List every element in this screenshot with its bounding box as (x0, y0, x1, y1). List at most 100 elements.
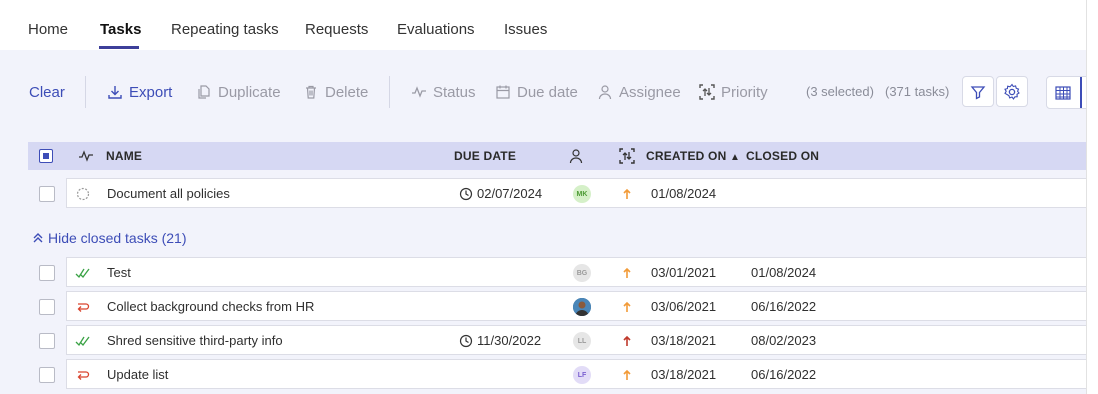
avatar: MK (573, 185, 591, 203)
list-view-button[interactable] (1047, 77, 1079, 108)
clock-icon (459, 334, 473, 348)
priority-icon (699, 84, 715, 100)
priority-button[interactable]: Priority (699, 82, 768, 102)
priority-high-icon (623, 335, 631, 346)
hide-closed-tasks-toggle[interactable]: Hide closed tasks (21) (32, 229, 187, 247)
created-on: 03/18/2021 (651, 333, 717, 348)
task-name[interactable]: Collect background checks from HR (107, 299, 314, 314)
avatar-photo (573, 298, 591, 316)
priority-medium-icon (623, 369, 631, 380)
status-label: Status (433, 83, 476, 101)
gear-icon (1004, 83, 1020, 100)
status-button[interactable]: Status (411, 82, 476, 102)
task-name[interactable]: Test (107, 265, 131, 280)
delete-button[interactable]: Delete (303, 82, 368, 102)
download-icon (108, 86, 122, 99)
table-row[interactable]: Collect background checks from HR 03/06/… (66, 291, 1086, 321)
closed-on: 06/16/2022 (751, 367, 817, 382)
tab-tasks[interactable]: Tasks (100, 21, 141, 38)
task-count: (371 tasks) (885, 84, 950, 99)
duplicate-button[interactable]: Duplicate (196, 82, 281, 102)
table-row[interactable]: Document all policies 02/07/2024 MK 01/0… (66, 178, 1086, 208)
clear-button[interactable]: Clear (29, 82, 65, 102)
top-nav: Home Tasks Repeating tasks Requests Eval… (0, 0, 1086, 50)
task-name[interactable]: Shred sensitive third-party info (107, 333, 283, 348)
priority-medium-icon (623, 188, 631, 199)
clear-label: Clear (29, 83, 65, 101)
board-view-button[interactable] (1080, 77, 1084, 108)
duplicate-label: Duplicate (218, 83, 281, 101)
delete-label: Delete (325, 83, 369, 101)
tab-requests[interactable]: Requests (305, 21, 368, 38)
avatar: LL (573, 332, 591, 350)
select-all-checkbox[interactable] (39, 149, 53, 163)
export-button[interactable]: Export (107, 82, 172, 102)
toolbar-divider (85, 76, 86, 108)
vertical-scrollbar[interactable] (1086, 0, 1098, 394)
name-column-header[interactable]: NAME (106, 149, 142, 163)
priority-label: Priority (721, 83, 768, 101)
tab-evaluations[interactable]: Evaluations (397, 21, 475, 38)
assignee-button[interactable]: Assignee (597, 82, 681, 102)
table-row[interactable]: Shred sensitive third-party info 11/30/2… (66, 325, 1086, 355)
calendar-icon (496, 85, 510, 99)
open-status-icon (76, 187, 90, 201)
created-on: 01/08/2024 (651, 186, 717, 201)
avatar: BG (573, 264, 591, 282)
closed-on: 01/08/2024 (751, 265, 817, 280)
due-date: 11/30/2022 (477, 333, 542, 348)
task-name[interactable]: Update list (107, 367, 168, 382)
table-row[interactable]: Test BG 03/01/2021 01/08/2024 (66, 257, 1086, 287)
double-chevron-up-icon (33, 233, 43, 243)
row-checkbox[interactable] (39, 299, 55, 315)
closed-on: 06/16/2022 (751, 299, 817, 314)
active-tab-underline (99, 46, 139, 49)
table-row[interactable]: Update list LF 03/18/2021 06/16/2022 (66, 359, 1086, 389)
due-date-button[interactable]: Due date (495, 82, 578, 102)
table-header: NAME DUE DATE CREATED ON ▲ CLOSED ON (28, 142, 1086, 170)
created-on: 03/01/2021 (651, 265, 717, 280)
user-photo-icon (573, 298, 591, 316)
filter-icon (970, 85, 986, 100)
created-on-column-header[interactable]: CREATED ON ▲ (646, 149, 740, 163)
created-on: 03/18/2021 (651, 367, 717, 382)
returned-icon (77, 303, 90, 312)
row-checkbox[interactable] (39, 186, 55, 202)
export-label: Export (129, 83, 173, 101)
task-name[interactable]: Document all policies (107, 186, 230, 201)
created-on: 03/06/2021 (651, 299, 717, 314)
due-date-label: Due date (517, 83, 578, 101)
due-date-column-header[interactable]: DUE DATE (454, 149, 516, 163)
closed-on: 08/02/2023 (751, 333, 817, 348)
row-checkbox[interactable] (39, 265, 55, 281)
assignee-column-icon[interactable] (569, 148, 583, 164)
avatar: LF (573, 366, 591, 384)
priority-medium-icon (623, 301, 631, 312)
pulse-icon (412, 86, 426, 98)
assignee-label: Assignee (619, 83, 681, 101)
double-check-icon (75, 268, 90, 279)
due-date: 02/07/2024 (477, 186, 543, 201)
row-checkbox[interactable] (39, 367, 55, 383)
filter-button[interactable] (962, 76, 994, 107)
status-column-icon[interactable] (78, 149, 94, 163)
tab-home[interactable]: Home (28, 21, 68, 38)
double-check-icon (75, 336, 90, 347)
toolbar-divider (389, 76, 390, 108)
clock-icon (459, 187, 473, 201)
row-checkbox[interactable] (39, 333, 55, 349)
selected-count: (3 selected) (806, 84, 874, 99)
grid-view-icon (1055, 85, 1071, 100)
settings-button[interactable] (996, 76, 1028, 107)
sort-ascending-icon: ▲ (730, 152, 741, 163)
trash-icon (306, 85, 316, 99)
partial-check-mark (43, 153, 49, 159)
tab-issues[interactable]: Issues (504, 21, 547, 38)
priority-column-icon[interactable] (619, 148, 635, 164)
priority-medium-icon (623, 267, 631, 278)
returned-icon (77, 371, 90, 380)
closed-on-column-header[interactable]: CLOSED ON (746, 149, 819, 163)
tab-repeating-tasks[interactable]: Repeating tasks (171, 21, 279, 38)
created-on-label: CREATED ON (646, 149, 727, 163)
group-label: Hide closed tasks (21) (48, 230, 187, 246)
